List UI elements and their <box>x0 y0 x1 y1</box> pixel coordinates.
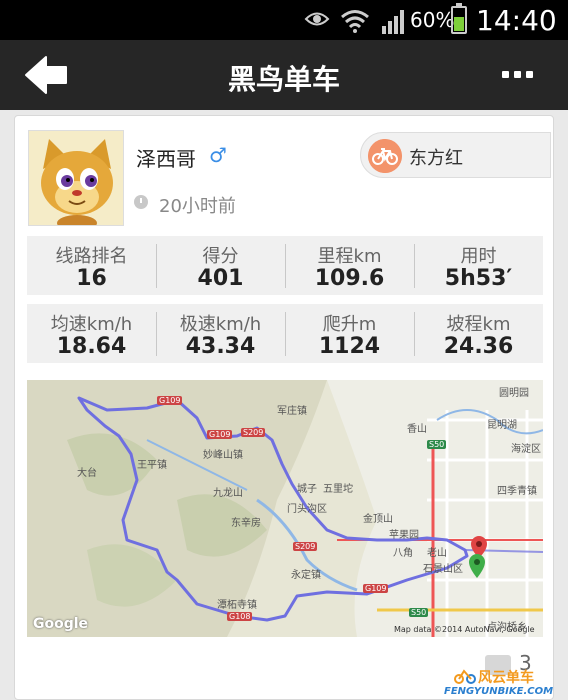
watermark-name: 风云单车 <box>478 670 534 686</box>
stat-label: 得分 <box>202 246 239 267</box>
road-badge: S50 <box>409 608 429 617</box>
stats-row-2: 均速km/h 18.64 极速km/h 43.34 爬升m 1124 坡程km … <box>27 304 543 363</box>
male-icon: ♂ <box>209 143 227 167</box>
status-bar: 60% 14:40 <box>0 0 568 40</box>
divider <box>285 312 286 356</box>
map-canvas <box>27 380 543 637</box>
map-label: 金顶山 <box>363 514 393 525</box>
map-label: 四季青镇 <box>497 486 537 497</box>
road-badge: S209 <box>293 542 318 551</box>
road-badge: S209 <box>241 428 266 437</box>
bicycle-icon <box>368 139 402 173</box>
wifi-icon <box>341 10 369 33</box>
stat-score: 得分 401 <box>156 236 285 295</box>
divider <box>285 244 286 288</box>
stat-label: 均速km/h <box>50 314 133 335</box>
stat-rank: 线路排名 16 <box>27 236 156 295</box>
watermark: 风云单车 FENGYUNBIKE.COM <box>442 667 568 700</box>
stat-value: 109.6 <box>314 266 385 291</box>
map-label: 东辛房 <box>231 518 261 529</box>
stat-distance: 里程km 109.6 <box>285 236 414 295</box>
divider <box>414 244 415 288</box>
map-label: 军庄镇 <box>277 406 307 417</box>
map-label: 昆明湖 <box>487 420 517 431</box>
cartoon-cat-avatar <box>29 131 123 225</box>
stat-label: 里程km <box>317 246 382 267</box>
road-badge: G108 <box>227 612 253 621</box>
divider <box>156 244 157 288</box>
map-label: 永定镇 <box>291 570 321 581</box>
divider <box>156 312 157 356</box>
map-label: 潭柘寺镇 <box>217 600 257 611</box>
road-badge: G109 <box>363 584 389 593</box>
title-bar: 黑鸟单车 <box>0 40 568 110</box>
map-label: 妙峰山镇 <box>203 450 243 461</box>
map-label: 圆明园 <box>499 388 529 399</box>
more-button[interactable] <box>494 64 544 86</box>
stat-value: 5h53′ <box>444 266 513 291</box>
stat-label: 用时 <box>460 246 497 267</box>
user-name[interactable]: 泽西哥 <box>136 143 196 172</box>
team-name: 东方红 <box>409 148 463 169</box>
stat-duration: 用时 5h53′ <box>414 236 543 295</box>
clock-icon <box>134 195 148 209</box>
stat-value: 401 <box>197 266 244 291</box>
stat-value: 1124 <box>318 334 381 359</box>
eye-icon <box>304 12 330 26</box>
stat-value: 18.64 <box>56 334 127 359</box>
stat-avg-speed: 均速km/h 18.64 <box>27 304 156 363</box>
avatar[interactable] <box>28 130 124 226</box>
google-logo: Google <box>33 616 89 632</box>
watermark-site: FENGYUNBIKE.COM <box>444 686 554 697</box>
map-label: 五里坨 <box>323 484 353 495</box>
map-label: 老山 <box>427 548 447 559</box>
timestamp: 20小时前 <box>159 196 236 217</box>
stat-value: 24.36 <box>443 334 514 359</box>
bike-logo-icon <box>454 669 476 684</box>
stat-label: 爬升m <box>322 314 377 335</box>
page-title: 黑鸟单车 <box>227 63 340 96</box>
map-credit: Map data ©2014 AutoNavi, Google <box>394 625 535 634</box>
map-label: 石景山区 <box>423 564 463 575</box>
route-map[interactable]: 大台 王平镇 妙峰山镇 九龙山 东辛房 军庄镇 城子 五里坨 门头沟区 金顶山 … <box>27 380 543 637</box>
stat-max-speed: 极速km/h 43.34 <box>156 304 285 363</box>
signal-icon <box>382 10 404 34</box>
map-label: 九龙山 <box>213 488 243 499</box>
stat-value: 16 <box>76 266 107 291</box>
stats-row-1: 线路排名 16 得分 401 里程km 109.6 用时 5h53′ <box>27 236 543 295</box>
map-label: 城子 <box>297 484 317 495</box>
stat-label: 坡程km <box>446 314 511 335</box>
map-label: 门头沟区 <box>287 504 327 515</box>
map-label: 八角 <box>393 548 413 559</box>
stat-label: 极速km/h <box>179 314 262 335</box>
stat-label: 线路排名 <box>55 246 128 267</box>
road-badge: S50 <box>427 440 447 449</box>
map-label: 苹果园 <box>389 530 419 541</box>
team-button[interactable]: 东方红 <box>360 132 551 178</box>
clock: 14:40 <box>476 4 557 37</box>
battery-percent: 60% <box>410 8 455 32</box>
ride-card[interactable]: 泽西哥 ♂ 20小时前 东方红 线路排名 16 得分 401 里程km 109.… <box>14 115 554 700</box>
map-label: 海淀区 <box>511 444 541 455</box>
stat-slope-distance: 坡程km 24.36 <box>414 304 543 363</box>
map-label: 王平镇 <box>137 460 167 471</box>
stat-climb: 爬升m 1124 <box>285 304 414 363</box>
battery-icon <box>451 3 467 34</box>
road-badge: G109 <box>157 396 183 405</box>
road-badge: G109 <box>207 430 233 439</box>
map-label: 大台 <box>77 468 97 479</box>
map-label: 香山 <box>407 424 427 435</box>
divider <box>414 312 415 356</box>
stat-value: 43.34 <box>185 334 256 359</box>
